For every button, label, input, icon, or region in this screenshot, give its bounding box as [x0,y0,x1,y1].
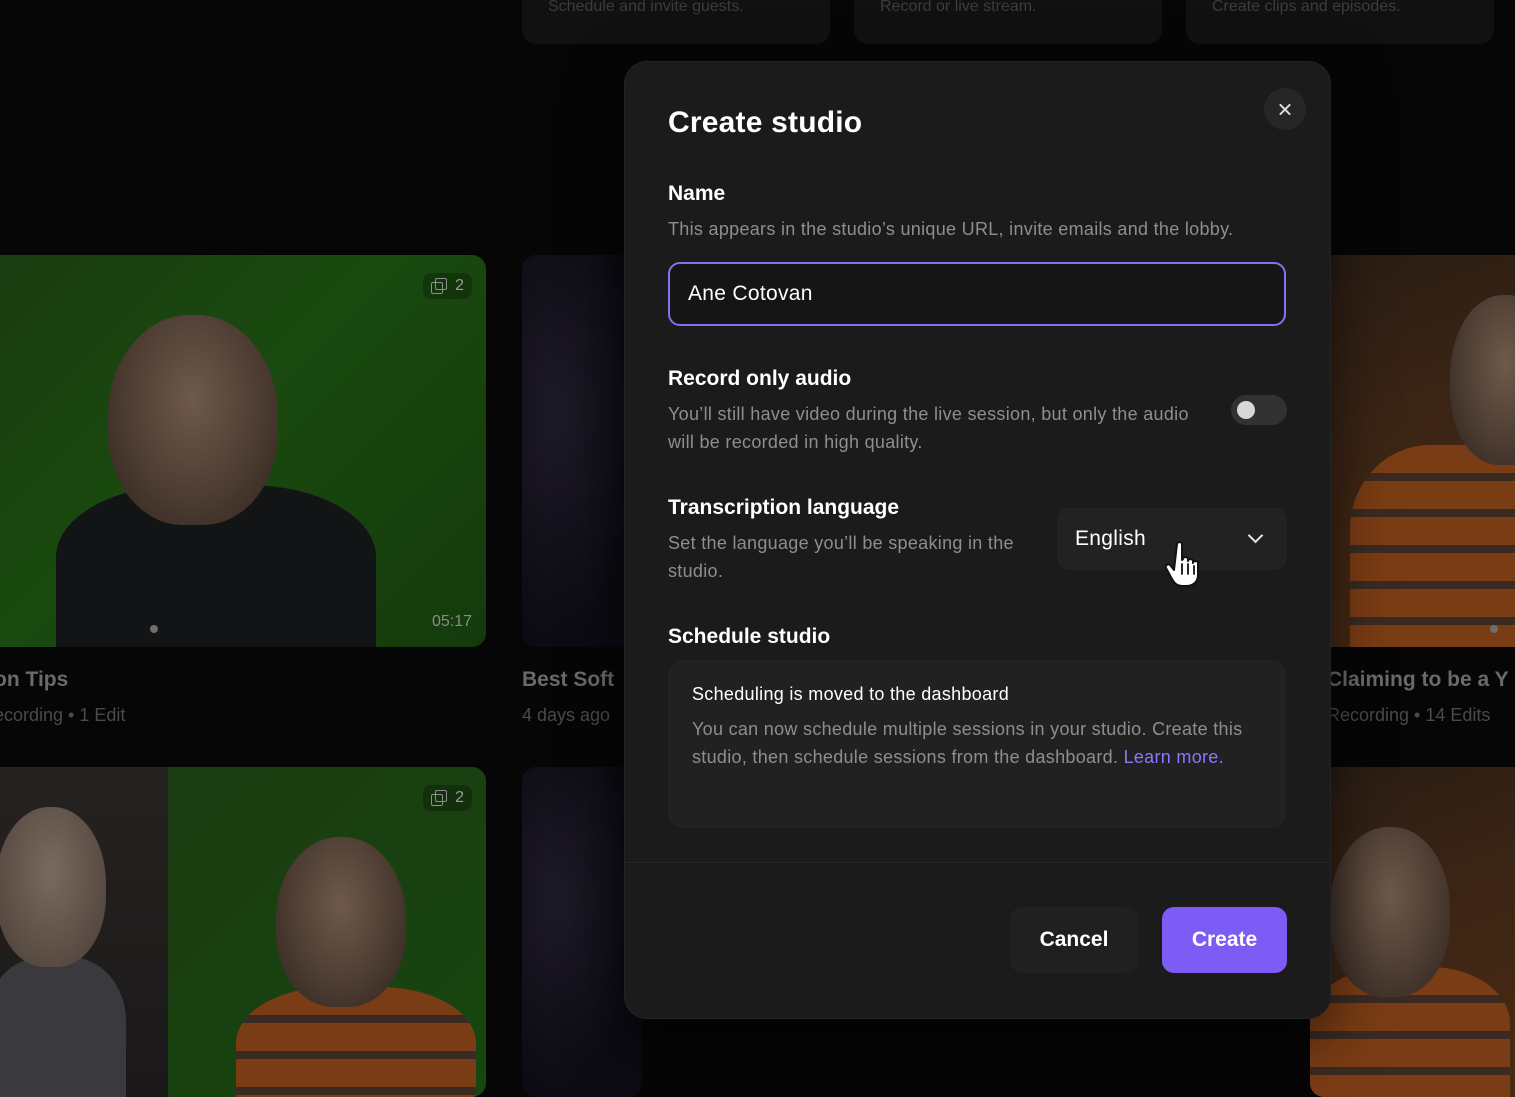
toggle-knob [1237,401,1255,419]
name-description: This appears in the studio’s unique URL,… [668,219,1234,239]
create-studio-dialog: Create studio Name This appears in the s… [625,62,1330,1018]
person-silhouette [0,957,126,1097]
schedule-info-text: You can now schedule multiple sessions i… [692,715,1262,771]
dialog-title: Create studio [668,106,863,139]
status-dot [1490,625,1498,633]
schedule-info-box: Scheduling is moved to the dashboard You… [668,660,1286,828]
feature-card: Record or live stream. [854,0,1162,44]
person-silhouette [0,807,106,967]
status-dot [150,625,158,633]
chevron-down-icon [1247,527,1264,544]
recording-thumbnail[interactable] [522,767,642,1097]
cancel-button[interactable]: Cancel [1010,907,1138,973]
person-silhouette [108,315,278,525]
recording-thumbnail[interactable] [522,255,642,647]
name-label: Name [668,182,726,205]
recording-thumbnail[interactable] [1310,255,1515,647]
recording-thumbnail[interactable] [1310,767,1515,1097]
edits-count: 2 [455,789,464,806]
recording-title[interactable]: on Tips [0,668,68,692]
recording-thumbnail[interactable]: 2 [0,767,486,1097]
record-audio-label: Record only audio [668,367,852,390]
person-silhouette [1330,827,1450,997]
feature-card-text: Record or live stream. [880,0,1037,15]
feature-card: Schedule and invite guests. [522,0,830,44]
recording-meta: Recording • 14 Edits [1327,705,1491,725]
person-silhouette [1350,445,1515,647]
studio-name-input[interactable] [668,262,1286,326]
recording-meta: ecording • 1 Edit [0,705,126,725]
record-audio-toggle[interactable] [1231,395,1287,425]
schedule-info-title: Scheduling is moved to the dashboard [692,684,1010,704]
copy-icon [431,278,448,294]
edits-badge: 2 [423,785,472,811]
feature-card-text: Create clips and episodes. [1212,0,1401,15]
recording-meta: 4 days ago [522,705,611,725]
close-button[interactable] [1264,88,1306,130]
learn-more-link[interactable]: Learn more. [1124,747,1224,767]
person-silhouette [1450,295,1515,465]
transcription-language-description: Set the language you’ll be speaking in t… [668,533,1014,581]
edits-count: 2 [455,277,464,294]
language-select-value: English [1075,527,1146,550]
record-audio-description: You’ll still have video during the live … [668,404,1189,452]
recording-title[interactable]: Best Soft [522,668,614,692]
copy-icon [431,790,448,806]
person-silhouette [276,837,406,1007]
duration-label: 05:17 [431,613,472,630]
feature-card: Create clips and episodes. [1186,0,1494,44]
recording-title[interactable]: Claiming to be a Y [1327,668,1509,692]
hand-pointer-cursor-icon [1164,541,1199,587]
transcription-language-label: Transcription language [668,496,900,519]
schedule-studio-label: Schedule studio [668,625,831,648]
edits-badge: 2 [423,273,472,299]
recording-thumbnail[interactable]: 2 05:17 [0,255,486,647]
footer-divider [625,862,1330,863]
create-button[interactable]: Create [1162,907,1287,973]
feature-card-text: Schedule and invite guests. [548,0,744,15]
